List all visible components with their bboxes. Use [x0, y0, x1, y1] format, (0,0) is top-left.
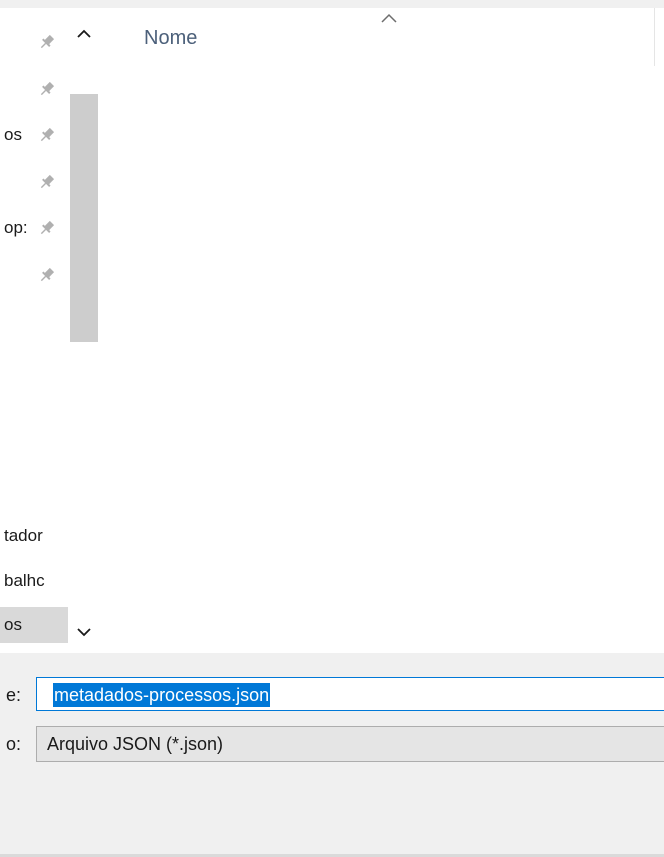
chevron-up-icon[interactable]: [68, 18, 100, 50]
chevron-down-icon[interactable]: [68, 616, 100, 648]
filetype-row: o: Arquivo JSON (*.json): [0, 726, 664, 762]
nav-item-computer[interactable]: tador: [0, 518, 68, 554]
browser-area: os op: tador balhc os Nome: [0, 8, 664, 653]
filename-label: e:: [6, 685, 22, 705]
navigation-pane: os op: tador balhc os: [0, 8, 104, 653]
column-header-label: Nome: [144, 27, 198, 49]
filetype-label: o:: [6, 734, 22, 754]
nav-item-label: balhc: [4, 571, 45, 590]
scrollbar-thumb[interactable]: [70, 94, 98, 342]
pin-icon: [40, 127, 55, 142]
nav-item-quick-access-4[interactable]: [0, 164, 68, 200]
nav-item-quick-access-6[interactable]: [0, 257, 68, 293]
column-header-name[interactable]: Nome: [104, 8, 655, 66]
pin-icon: [40, 267, 55, 282]
filename-input[interactable]: metadados-processos.json: [36, 677, 664, 711]
nav-item-quick-access-5[interactable]: op:: [0, 210, 68, 246]
nav-item-workspace[interactable]: balhc: [0, 563, 68, 599]
nav-item-label: os: [4, 615, 22, 634]
save-dialog: os op: tador balhc os Nome e: metadados-…: [0, 0, 664, 857]
nav-item-quick-access-1[interactable]: [0, 24, 68, 60]
nav-item-label: os: [4, 125, 22, 144]
nav-item-label: tador: [4, 526, 43, 545]
nav-item-label: op:: [4, 218, 28, 237]
pin-icon: [40, 81, 55, 96]
chevron-up-icon: [381, 13, 397, 23]
nav-item-quick-access-3[interactable]: os: [0, 117, 68, 153]
filetype-value: Arquivo JSON (*.json): [47, 734, 224, 754]
filename-value: metadados-processos.json: [53, 683, 271, 707]
filetype-select[interactable]: Arquivo JSON (*.json): [36, 726, 664, 762]
nav-item-selected[interactable]: os: [0, 607, 68, 643]
filename-row: e: metadados-processos.json: [0, 677, 664, 713]
pin-icon: [40, 174, 55, 189]
pin-icon: [40, 220, 55, 235]
nav-scrollbar[interactable]: [68, 8, 100, 653]
nav-item-quick-access-2[interactable]: [0, 71, 68, 107]
file-list[interactable]: Nome: [104, 8, 664, 653]
pin-icon: [40, 34, 55, 49]
